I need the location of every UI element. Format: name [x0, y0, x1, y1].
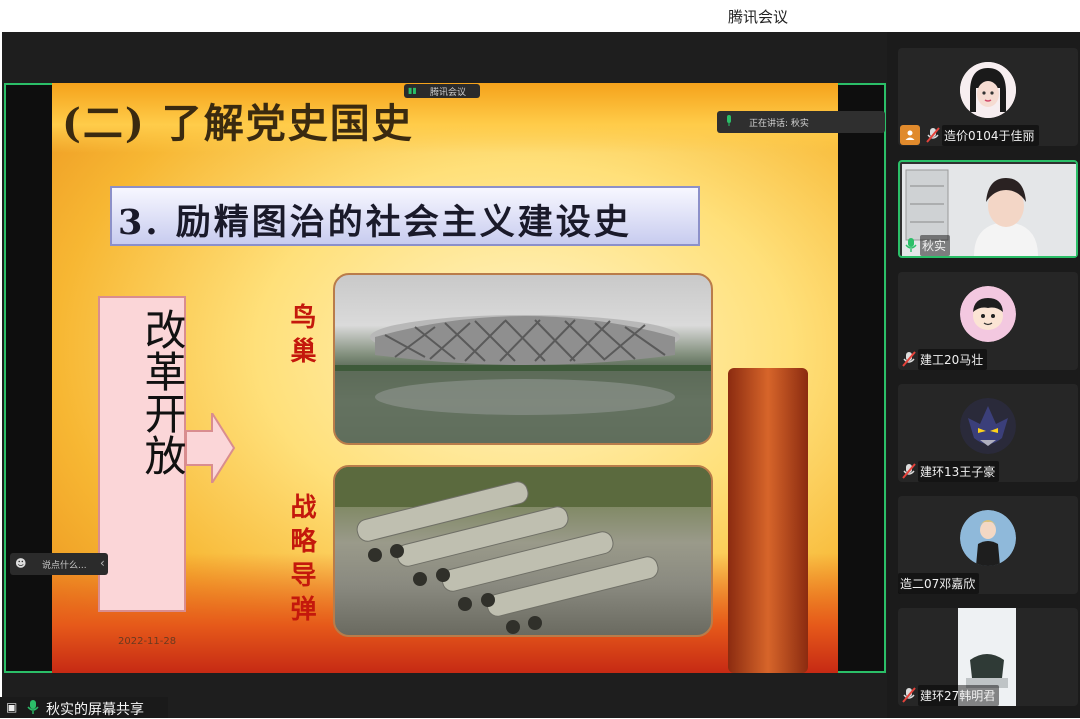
mic-muted-icon: [902, 463, 916, 479]
participant-name-bar: 秋实: [900, 234, 951, 256]
participant-name: 造二07邓嘉欣: [898, 572, 980, 594]
participant-tile[interactable]: 建工20马壮: [898, 272, 1078, 370]
avatar: [960, 510, 1016, 566]
participant-name: 建环13王子豪: [918, 460, 1000, 482]
chevron-left-icon[interactable]: ‹: [100, 556, 105, 570]
speaking-indicator: 正在讲话: 秋实: [717, 111, 885, 133]
right-arrow-icon: [186, 413, 236, 483]
signal-icon: ▮▮: [408, 86, 417, 95]
chat-input-bubble[interactable]: ☻ 说点什么... ‹: [10, 553, 108, 575]
mic-muted-icon: [902, 351, 916, 367]
shared-slide: (二) 了解党史国史 3. 励精图治的社会主义建设史 改革开放 鸟巢 战略导弹: [52, 83, 838, 673]
slide-subtitle: 3. 励精图治的社会主义建设史: [118, 202, 632, 243]
slide-heading: (二) 了解党史国史: [62, 100, 414, 147]
participant-tile[interactable]: 造二07邓嘉欣: [898, 496, 1078, 594]
label-missile: 战略导弹: [286, 493, 316, 629]
meeting-pill-label: 腾讯会议: [430, 88, 467, 98]
host-icon: [900, 125, 920, 145]
avatar: [960, 62, 1016, 118]
mic-active-icon: [727, 115, 731, 126]
participant-name: 造价0104于佳丽: [942, 124, 1039, 146]
meeting-status-pill[interactable]: ▮▮ 腾讯会议: [404, 84, 480, 98]
mic-muted-icon: [902, 687, 916, 703]
slide-date: 2022-11-28: [118, 636, 177, 647]
participant-name-bar: 造二07邓嘉欣: [898, 572, 980, 594]
label-bird-nest: 鸟巢: [286, 303, 316, 371]
window-title: 腾讯会议: [728, 8, 789, 26]
participant-name-bar: 造价0104于佳丽: [898, 124, 1039, 146]
avatar: [960, 286, 1016, 342]
participant-name: 秋实: [920, 234, 951, 256]
share-status-bar: ▣ 秋实的屏幕共享: [0, 697, 168, 718]
screen-share-icon: ▣: [6, 700, 18, 714]
avatar: [960, 398, 1016, 454]
participant-name: 建工20马壮: [918, 348, 988, 370]
participant-name-bar: 建工20马壮: [898, 348, 988, 370]
chat-placeholder: 说点什么...: [42, 561, 87, 571]
participant-tile[interactable]: 造价0104于佳丽: [898, 48, 1078, 146]
participant-tile[interactable]: 建环13王子豪: [898, 384, 1078, 482]
participant-tile[interactable]: 建环27韩明君: [898, 608, 1078, 706]
window-titlebar: 腾讯会议: [0, 0, 1080, 32]
speaking-label: 正在讲话: 秋实: [749, 119, 809, 129]
mic-muted-icon: [926, 127, 940, 143]
participant-name-bar: 建环13王子豪: [898, 460, 1000, 482]
share-label: 秋实的屏幕共享: [46, 702, 144, 718]
participant-name: 建环27韩明君: [918, 684, 1000, 706]
reform-text: 改革开放: [138, 308, 187, 476]
chat-icon: ☻: [15, 557, 27, 570]
mic-active-icon: [27, 700, 39, 714]
bird-nest-photo: [333, 273, 713, 445]
huabiao-pillar-image: [728, 368, 808, 673]
mic-active-icon: [905, 238, 917, 252]
participant-tile-active[interactable]: 秋实: [898, 160, 1078, 258]
missile-parade-photo: [333, 465, 713, 637]
participant-name-bar: 建环27韩明君: [898, 684, 1000, 706]
